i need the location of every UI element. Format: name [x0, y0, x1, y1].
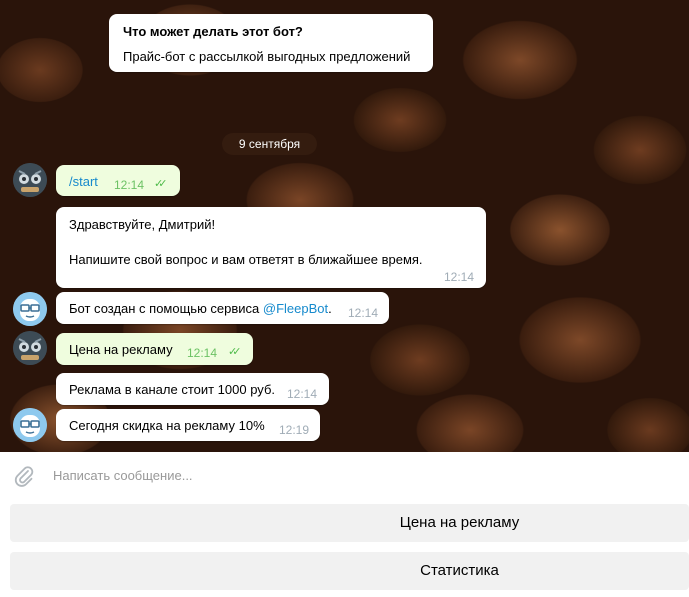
- message-text-container: Бот создан с помощью сервиса @FleepBot.: [69, 301, 332, 316]
- message-suffix: .: [328, 301, 332, 316]
- keyboard-button-stats[interactable]: Статистика: [10, 552, 689, 590]
- message-start[interactable]: /start 12:14 ✓✓: [56, 165, 180, 196]
- message-bot-created[interactable]: Бот создан с помощью сервиса @FleepBot. …: [56, 292, 389, 324]
- paperclip-icon[interactable]: [12, 464, 36, 488]
- user-avatar[interactable]: [13, 163, 47, 197]
- bot-intro-text: Прайс-бот с рассылкой выгодных предложен…: [123, 49, 411, 64]
- message-ad-price[interactable]: Реклама в канале стоит 1000 руб. 12:14: [56, 373, 329, 405]
- chat-area: Что может делать этот бот? Прайс-бот с р…: [0, 0, 689, 452]
- keyboard-button-price[interactable]: Цена на рекламу: [10, 504, 689, 542]
- keyboard-button-label: Цена на рекламу: [399, 514, 520, 531]
- message-time: 12:14: [287, 387, 318, 401]
- message-text: /start: [69, 174, 98, 189]
- message-line-2: Напишите свой вопрос и вам ответят в бли…: [69, 252, 423, 267]
- double-check-icon: ✓✓: [154, 178, 168, 190]
- bot-avatar[interactable]: [13, 408, 47, 442]
- message-input-bar: Написать сообщение...: [0, 452, 689, 501]
- message-greeting[interactable]: Здравствуйте, Дмитрий! Напишите свой воп…: [56, 207, 486, 288]
- message-text: Сегодня скидка на рекламу 10%: [69, 418, 265, 433]
- message-time: 12:14: [187, 346, 218, 360]
- bot-keyboard: Цена на рекламу Статистика: [0, 500, 689, 597]
- message-time: 12:14: [444, 270, 475, 284]
- message-text: Реклама в канале стоит 1000 руб.: [69, 382, 276, 397]
- message-text: Бот создан с помощью сервиса: [69, 301, 263, 316]
- keyboard-button-label: Статистика: [420, 562, 499, 579]
- message-time: 12:19: [279, 423, 310, 437]
- date-separator: 9 сентября: [222, 133, 317, 155]
- message-text: Цена на рекламу: [69, 342, 173, 357]
- message-time: 12:14: [114, 178, 145, 192]
- message-input[interactable]: Написать сообщение...: [53, 468, 193, 483]
- message-time: 12:14: [348, 306, 379, 320]
- fleepbot-link[interactable]: @FleepBot: [263, 301, 328, 316]
- user-avatar[interactable]: [13, 331, 47, 365]
- bot-intro-title: Что может делать этот бот?: [123, 24, 303, 39]
- message-line-1: Здравствуйте, Дмитрий!: [69, 217, 216, 232]
- bot-intro-bubble: Что может делать этот бот? Прайс-бот с р…: [109, 14, 433, 72]
- message-price-request[interactable]: Цена на рекламу 12:14 ✓✓: [56, 333, 253, 365]
- bot-avatar[interactable]: [13, 292, 47, 326]
- double-check-icon: ✓✓: [228, 346, 242, 358]
- message-discount[interactable]: Сегодня скидка на рекламу 10% 12:19: [56, 409, 320, 441]
